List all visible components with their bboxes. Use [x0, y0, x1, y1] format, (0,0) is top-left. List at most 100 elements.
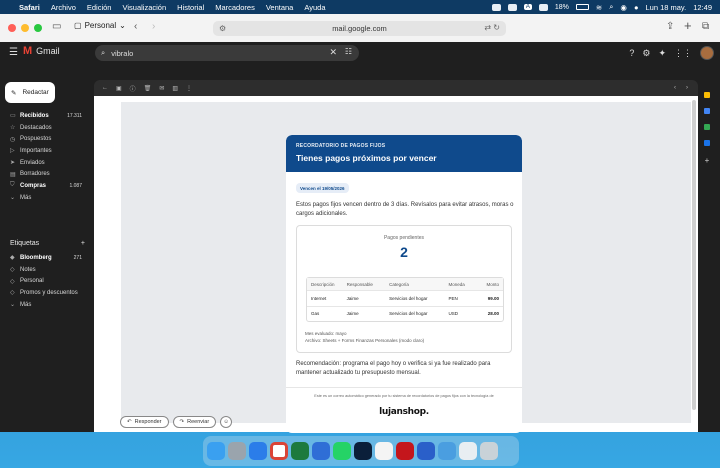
nav-item-borradores[interactable]: ▤ Borradores: [0, 168, 90, 180]
search-input[interactable]: vibralo: [111, 49, 133, 58]
document-icon[interactable]: [459, 442, 477, 460]
forward-button[interactable]: ↷ Reenviar: [172, 416, 217, 428]
pending-count: 2: [400, 244, 408, 260]
menubar-time[interactable]: 12:49: [693, 3, 712, 12]
new-tab-icon[interactable]: +: [684, 18, 692, 33]
menu-historial[interactable]: Historial: [177, 3, 204, 12]
battery-percent[interactable]: 18%: [555, 4, 569, 11]
settings-app-icon[interactable]: [417, 442, 435, 460]
nav-item-recibidos[interactable]: ▭ Recibidos 17.311: [0, 110, 90, 122]
archive-icon[interactable]: ▣: [116, 85, 122, 92]
control-center-icon[interactable]: ◉: [620, 3, 627, 12]
move-to-icon[interactable]: ▥: [172, 85, 178, 92]
nav-item-pospuestos[interactable]: ◷ Pospuestos: [0, 133, 90, 145]
address-bar[interactable]: ⚙ mail.google.com ⇄ ↻: [213, 21, 506, 36]
profile-label: Personal: [84, 21, 117, 30]
reply-button[interactable]: ↶ Responder: [120, 416, 169, 428]
menu-marcadores[interactable]: Marcadores: [215, 3, 255, 12]
page-settings-icon[interactable]: ⚙: [219, 24, 226, 33]
menu-ayuda[interactable]: Ayuda: [304, 3, 325, 12]
table-header: Moneda: [448, 281, 465, 287]
photoshop-icon[interactable]: [354, 442, 372, 460]
forward-button[interactable]: ›: [152, 21, 155, 32]
menu-edicion[interactable]: Edición: [87, 3, 112, 12]
sidebar-toggle-icon[interactable]: ▭: [52, 21, 61, 32]
outlook-icon[interactable]: [312, 442, 330, 460]
excel-icon[interactable]: [291, 442, 309, 460]
label-item-promos[interactable]: ◇ Promos y descuentos: [0, 287, 90, 299]
lujanshop-logo[interactable]: lujanshop.: [286, 407, 522, 417]
tasks-icon[interactable]: [704, 108, 710, 114]
menu-ventana[interactable]: Ventana: [266, 3, 294, 12]
nav-item-importantes[interactable]: ▷ Importantes: [0, 145, 90, 157]
battery-icon[interactable]: [575, 4, 589, 10]
photos-icon[interactable]: [375, 442, 393, 460]
translate-icon[interactable]: ⇄ ↻: [484, 23, 500, 32]
dropbox-icon[interactable]: [538, 3, 548, 11]
siri-icon[interactable]: ●: [634, 3, 639, 12]
add-addon-icon[interactable]: +: [705, 156, 710, 165]
finder-icon[interactable]: [207, 442, 225, 460]
label-item-notes[interactable]: ◇ Notes: [0, 264, 90, 276]
wifi-icon[interactable]: ≋: [596, 3, 602, 12]
search-spotlight-icon[interactable]: ⌕: [609, 2, 613, 12]
mark-unread-icon[interactable]: ✉: [159, 85, 164, 92]
newer-icon[interactable]: ‹: [674, 85, 676, 91]
app-status-icon[interactable]: [507, 3, 517, 11]
close-window-button[interactable]: [8, 24, 16, 32]
label-item-bloomberg[interactable]: ◆ Bloomberg 271: [0, 252, 90, 264]
scrollbar[interactable]: [692, 100, 696, 410]
calendar-icon[interactable]: [704, 92, 710, 98]
delete-icon[interactable]: 🗑: [144, 85, 152, 92]
nav-item-compras[interactable]: ⛉ Compras 1.087: [0, 180, 90, 192]
whatsapp-icon[interactable]: [333, 442, 351, 460]
label-item-personal[interactable]: ◇ Personal: [0, 275, 90, 287]
search-options-icon[interactable]: ☷: [345, 47, 352, 56]
back-to-list-icon[interactable]: ←: [102, 85, 108, 91]
back-button[interactable]: ‹: [134, 21, 137, 32]
cloud-icon[interactable]: [491, 3, 501, 11]
nav-item-destacados[interactable]: ☆ Destacados: [0, 122, 90, 134]
trash-icon[interactable]: [480, 442, 498, 460]
keep-icon[interactable]: [704, 124, 710, 130]
search-icon[interactable]: ⌕: [101, 48, 105, 58]
main-menu-icon[interactable]: ☰: [9, 47, 18, 58]
apps-grid-icon[interactable]: ⋮⋮: [674, 48, 692, 59]
clear-search-icon[interactable]: ✕: [329, 47, 337, 58]
settings-gear-icon[interactable]: ⚙: [642, 48, 650, 59]
downloads-folder-icon[interactable]: [438, 442, 456, 460]
launchpad-icon[interactable]: [228, 442, 246, 460]
safari-icon[interactable]: [249, 442, 267, 460]
emoji-react-button[interactable]: ☺: [220, 416, 233, 428]
menu-visualizacion[interactable]: Visualización: [122, 3, 166, 12]
window-controls: [8, 24, 42, 32]
acrobat-icon[interactable]: [396, 442, 414, 460]
compose-button[interactable]: ✎ Redactar: [5, 82, 55, 103]
help-icon[interactable]: ?: [629, 48, 634, 58]
older-icon[interactable]: ›: [686, 85, 688, 91]
more-options-icon[interactable]: ⋮: [186, 85, 192, 92]
chrome-icon[interactable]: [270, 442, 288, 460]
cart-icon: ⛉: [10, 182, 15, 189]
minimize-window-button[interactable]: [21, 24, 29, 32]
side-panel-icons: +: [700, 92, 714, 165]
label-item-mas[interactable]: ⌄ Más: [0, 299, 90, 311]
contacts-icon[interactable]: [704, 140, 710, 146]
account-avatar[interactable]: [700, 46, 714, 60]
zoom-window-button[interactable]: [34, 24, 42, 32]
menu-app-name[interactable]: Safari: [19, 3, 40, 12]
nav-item-mas[interactable]: ⌄ Más: [0, 192, 90, 204]
tab-overview-icon[interactable]: ⧉: [702, 21, 709, 32]
compose-label: Redactar: [22, 89, 49, 96]
add-label-icon[interactable]: +: [81, 240, 85, 247]
keyboard-input-indicator[interactable]: A: [523, 4, 532, 10]
share-icon[interactable]: ⇪: [666, 21, 674, 32]
report-spam-icon[interactable]: ⓘ: [130, 84, 136, 93]
gemini-sparkle-icon[interactable]: ✦: [658, 48, 666, 59]
profile-switcher[interactable]: ▢ Personal ⌄: [74, 21, 126, 30]
search-bar[interactable]: ⌕ vibralo ✕ ☷: [95, 45, 359, 61]
menubar-date[interactable]: Lun 18 may.: [645, 3, 686, 12]
nav-item-enviados[interactable]: ➤ Enviados: [0, 157, 90, 169]
gmail-logo[interactable]: M Gmail: [23, 45, 60, 57]
menu-archivo[interactable]: Archivo: [51, 3, 76, 12]
